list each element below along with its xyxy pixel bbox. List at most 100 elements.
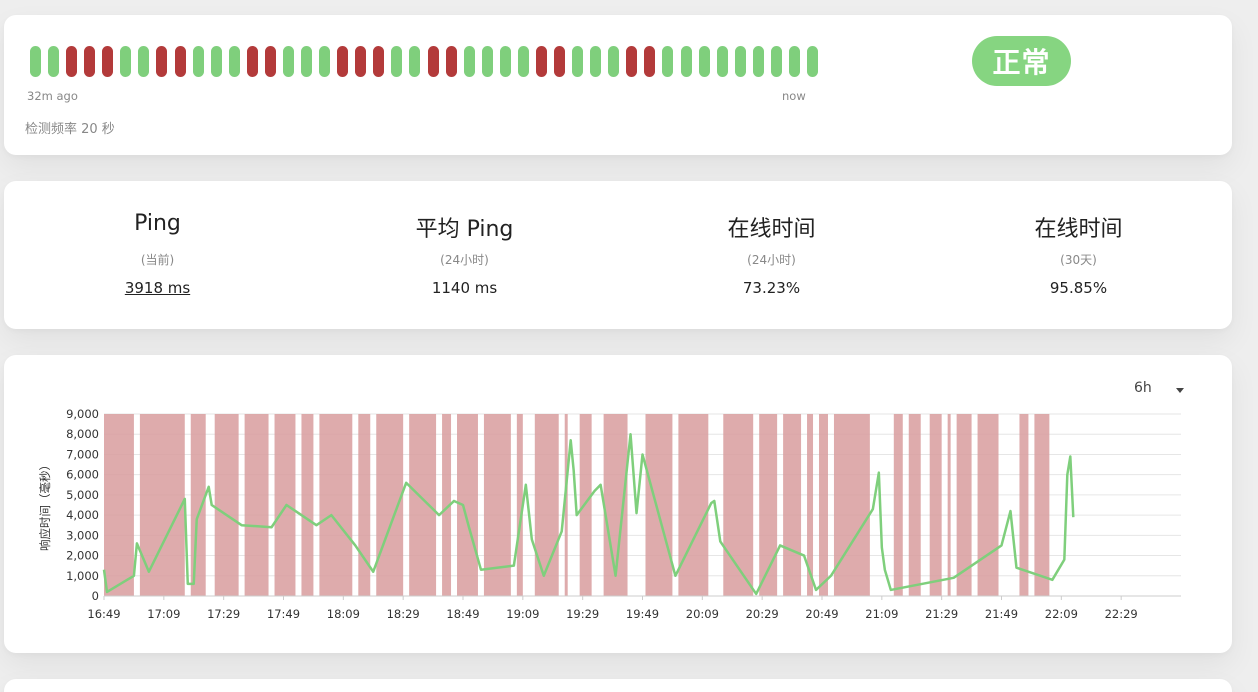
- x-tick-label: 17:29: [207, 607, 240, 621]
- beat-down[interactable]: [373, 46, 385, 77]
- downtime-band: [956, 414, 972, 596]
- y-tick-label: 5,000: [66, 488, 99, 502]
- beat-up[interactable]: [807, 46, 818, 77]
- beat-up[interactable]: [138, 46, 150, 77]
- y-tick-label: 4,000: [66, 508, 99, 522]
- heartbeat-card: 32m ago now 检测频率 20 秒 正常: [4, 15, 1232, 155]
- beat-up[interactable]: [301, 46, 313, 77]
- downtime-band: [819, 414, 828, 596]
- downtime-band: [783, 414, 802, 596]
- downtime-band: [409, 414, 437, 596]
- beat-down[interactable]: [174, 46, 186, 77]
- downtime-band: [678, 414, 709, 596]
- downtime-band: [214, 414, 239, 596]
- x-tick-label: 21:49: [985, 607, 1018, 621]
- beat-down[interactable]: [554, 46, 566, 77]
- x-tick-label: 20:09: [686, 607, 719, 621]
- beat-up[interactable]: [590, 46, 602, 77]
- beat-up[interactable]: [662, 46, 674, 77]
- beat-down[interactable]: [644, 46, 656, 77]
- beat-up[interactable]: [608, 46, 620, 77]
- beat-down[interactable]: [337, 46, 349, 77]
- beat-up[interactable]: [770, 46, 782, 77]
- downtime-band: [358, 414, 371, 596]
- x-tick-label: 22:09: [1045, 607, 1078, 621]
- stat-subtitle: (24小时): [747, 253, 796, 267]
- beat-down[interactable]: [156, 46, 168, 77]
- downtime-band: [947, 414, 951, 596]
- beat-down[interactable]: [66, 46, 78, 77]
- beat-down[interactable]: [84, 46, 96, 77]
- beat-up[interactable]: [572, 46, 584, 77]
- stat-title: 在线时间: [1034, 217, 1123, 242]
- beat-up[interactable]: [192, 46, 204, 77]
- response-time-chart: 9,000 8,000 7,000 6,000 5,000 4,000 3,000 2,000…: [38, 407, 1181, 621]
- beat-up[interactable]: [463, 46, 475, 77]
- downtime-band: [929, 414, 942, 596]
- y-tick-label: 1,000: [66, 569, 99, 583]
- y-tick-label: 7,000: [66, 447, 99, 461]
- beat-up[interactable]: [409, 46, 421, 77]
- x-tick-label: 16:49: [87, 607, 120, 621]
- beat-up[interactable]: [319, 46, 331, 77]
- stats-card: Ping (当前) 3918 ms 平均 Ping (24小时) 1140 ms…: [4, 181, 1232, 329]
- beat-up[interactable]: [30, 46, 41, 77]
- beat-up[interactable]: [752, 46, 764, 77]
- beat-down[interactable]: [535, 46, 547, 77]
- beat-down[interactable]: [264, 46, 276, 77]
- y-tick-label: 6,000: [66, 468, 99, 482]
- y-tick-label: 0: [92, 589, 99, 603]
- downtime-band: [977, 414, 999, 596]
- beat-up[interactable]: [228, 46, 240, 77]
- beat-up[interactable]: [48, 46, 60, 77]
- stat-value: 95.85%: [1049, 279, 1108, 297]
- downtime-band: [104, 414, 134, 596]
- beat-down[interactable]: [626, 46, 638, 77]
- x-tick-label: 21:29: [925, 607, 958, 621]
- downtime-band: [1034, 414, 1050, 596]
- downtime-band: [645, 414, 673, 596]
- beat-down[interactable]: [355, 46, 367, 77]
- beat-up[interactable]: [698, 46, 710, 77]
- beat-up[interactable]: [282, 46, 294, 77]
- beat-up[interactable]: [517, 46, 529, 77]
- x-tick-label: 18:49: [446, 607, 479, 621]
- stat-title: 在线时间: [727, 217, 816, 242]
- x-tick-label: 18:09: [327, 607, 360, 621]
- beat-down[interactable]: [246, 46, 258, 77]
- beat-up[interactable]: [210, 46, 222, 77]
- stat-value: 73.23%: [742, 279, 801, 297]
- status-badge: 正常: [972, 36, 1071, 86]
- heartbeat-end-label: now: [782, 89, 806, 103]
- downtime-band: [244, 414, 269, 596]
- downtime-band: [893, 414, 903, 596]
- y-tick-label: 9,000: [66, 407, 99, 421]
- current-ping-link[interactable]: 3918 ms: [4, 279, 311, 297]
- x-tick-label: 19:09: [506, 607, 539, 621]
- beat-down[interactable]: [102, 46, 114, 77]
- y-tick-label: 3,000: [66, 528, 99, 542]
- beat-up[interactable]: [120, 46, 132, 77]
- stat-subtitle: (24小时): [440, 253, 489, 267]
- beat-down[interactable]: [445, 46, 457, 77]
- downtime-band: [301, 414, 314, 596]
- beat-up[interactable]: [716, 46, 728, 77]
- check-frequency-label: 检测频率 20 秒: [25, 122, 115, 137]
- y-tick-label: 2,000: [66, 549, 99, 563]
- beat-up[interactable]: [391, 46, 403, 77]
- heartbeat-start-label: 32m ago: [27, 89, 78, 103]
- x-tick-label: 19:49: [626, 607, 659, 621]
- beat-up[interactable]: [788, 46, 800, 77]
- beat-up[interactable]: [680, 46, 692, 77]
- x-tick-label: 18:29: [387, 607, 420, 621]
- y-axis-label: 响应时间（毫秒）: [38, 459, 52, 551]
- heartbeat-bar: [30, 46, 818, 77]
- downtime-band: [190, 414, 206, 596]
- beat-up[interactable]: [499, 46, 511, 77]
- stat-subtitle: (当前): [140, 253, 175, 267]
- beat-down[interactable]: [427, 46, 439, 77]
- beat-up[interactable]: [481, 46, 493, 77]
- y-tick-label: 8,000: [66, 427, 99, 441]
- beat-up[interactable]: [734, 46, 746, 77]
- downtime-band: [833, 414, 870, 596]
